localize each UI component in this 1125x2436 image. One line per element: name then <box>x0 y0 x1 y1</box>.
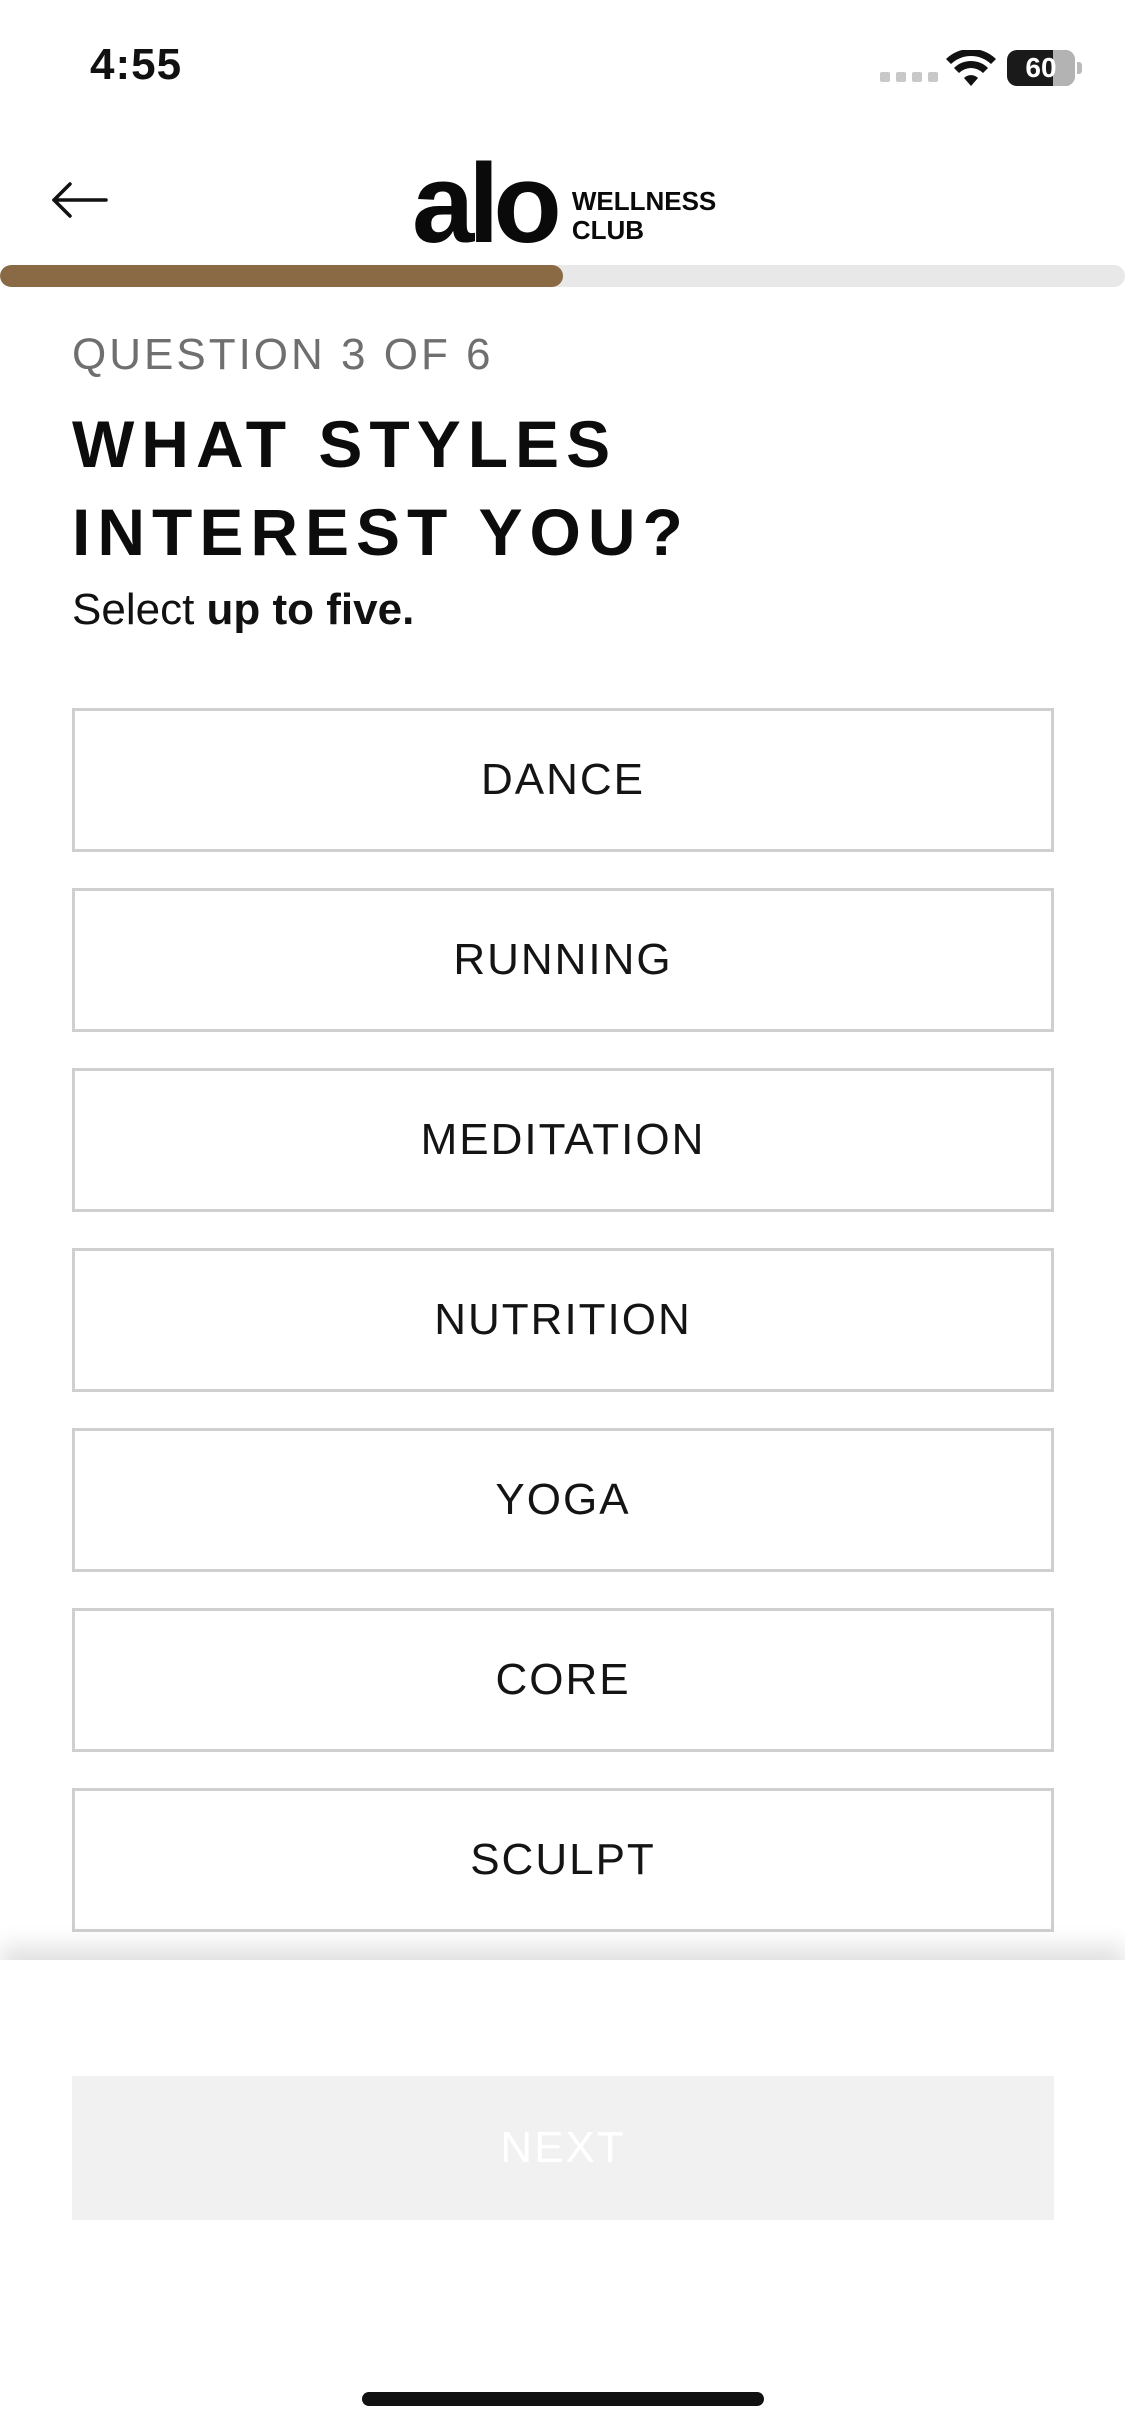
instructions-emphasis: up to five. <box>206 585 415 634</box>
battery-level: 60 <box>1025 52 1057 83</box>
battery-icon: 60 <box>1007 50 1082 86</box>
progress-bar-fill <box>0 265 563 287</box>
next-button[interactable]: NEXT <box>72 2076 1054 2220</box>
option-yoga[interactable]: YOGA <box>72 1428 1054 1572</box>
footer-panel: NEXT <box>0 1960 1125 2436</box>
status-bar: 4:55 60 <box>0 0 1125 140</box>
option-running[interactable]: RUNNING <box>72 888 1054 1032</box>
question-instructions: Select up to five. <box>72 585 414 635</box>
cellular-signal-icon <box>880 72 938 82</box>
logo-subtitle-line1: WELLNESS <box>571 186 717 216</box>
question-title: WHAT STYLES INTEREST YOU? <box>72 407 690 569</box>
instructions-prefix: Select <box>72 585 207 634</box>
option-nutrition[interactable]: NUTRITION <box>72 1248 1054 1392</box>
back-arrow-icon[interactable] <box>48 176 112 224</box>
option-sculpt[interactable]: SCULPT <box>72 1788 1054 1932</box>
question-counter: QUESTION 3 OF 6 <box>72 330 494 379</box>
option-dance[interactable]: DANCE <box>72 708 1054 852</box>
home-indicator[interactable] <box>362 2392 764 2406</box>
wifi-icon <box>946 50 996 86</box>
logo-wordmark: alo <box>412 141 562 266</box>
logo-subtitle-line2: CLUB <box>571 215 645 245</box>
option-meditation[interactable]: MEDITATION <box>72 1068 1054 1212</box>
logo-subtitle: WELLNESS CLUB <box>572 163 716 245</box>
status-time: 4:55 <box>90 40 183 89</box>
option-core[interactable]: CORE <box>72 1608 1054 1752</box>
alo-wellness-logo: alo WELLNESS CLUB <box>412 148 716 260</box>
app-header: alo WELLNESS CLUB <box>0 140 1125 260</box>
style-options-list: DANCE RUNNING MEDITATION NUTRITION YOGA … <box>72 708 1054 1968</box>
progress-bar <box>0 265 1125 287</box>
